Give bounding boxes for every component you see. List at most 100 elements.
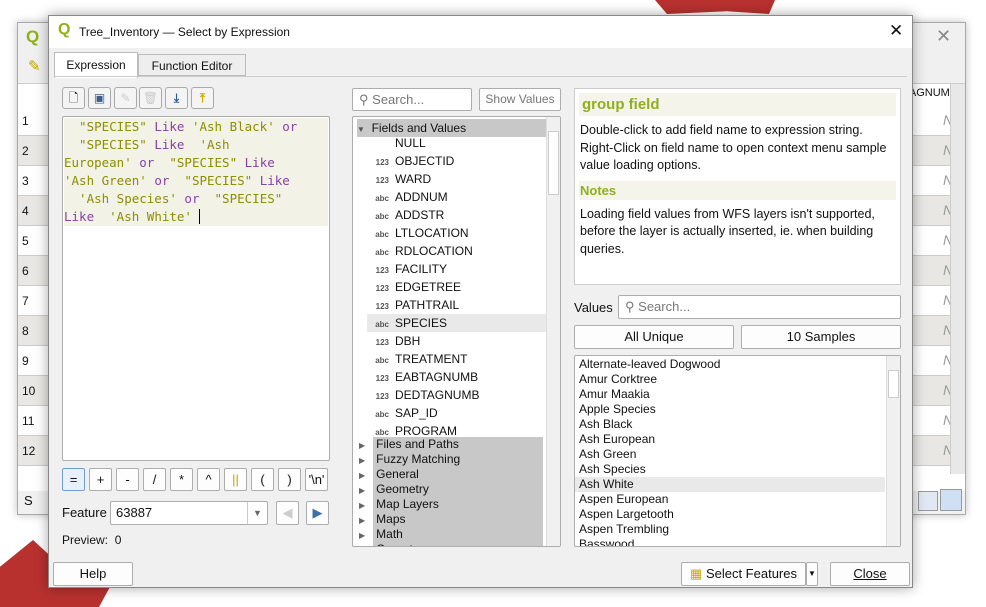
tab-expression[interactable]: Expression	[54, 52, 138, 78]
vertical-scrollbar[interactable]	[950, 84, 965, 474]
function-group[interactable]: ▶ Geometry	[353, 482, 547, 497]
all-unique-button[interactable]: All Unique	[574, 325, 734, 349]
value-item[interactable]: Amur Maakia	[575, 387, 885, 402]
row-number[interactable]: 6	[22, 264, 29, 278]
value-item[interactable]: Ash Green	[575, 447, 885, 462]
function-group[interactable]: ▶ Files and Paths	[353, 437, 547, 452]
function-group[interactable]: ▶Operators	[353, 542, 547, 547]
next-feature-button[interactable]: ▶	[306, 501, 329, 525]
operator-button[interactable]: *	[170, 468, 193, 491]
vertical-scrollbar[interactable]	[886, 356, 900, 546]
field-item[interactable]: abc RDLOCATION	[367, 242, 547, 260]
select-features-button[interactable]: ▦ Select Features	[681, 562, 806, 586]
help-button[interactable]: Help	[53, 562, 133, 586]
save-icon[interactable]: ▣	[88, 87, 111, 109]
delete-icon[interactable]: 🗑	[139, 87, 162, 109]
field-item[interactable]: 123 PATHTRAIL	[367, 296, 547, 314]
operator-button[interactable]: )	[278, 468, 301, 491]
function-group[interactable]: ▶ Maps	[353, 512, 547, 527]
row-number[interactable]: 11	[22, 414, 34, 428]
operator-button[interactable]: '\n'	[305, 468, 328, 491]
field-item[interactable]: 123 EABTAGNUMB	[367, 368, 547, 386]
expand-arrow-icon[interactable]: ▶	[359, 516, 365, 525]
table-view-icon[interactable]	[940, 489, 962, 511]
close-icon[interactable]: ✕	[889, 21, 903, 41]
operator-button[interactable]: =	[62, 468, 85, 491]
function-group[interactable]: ▶ Fuzzy Matching	[353, 452, 547, 467]
value-item[interactable]: Amur Corktree	[575, 372, 885, 387]
values-search-input[interactable]: ⚲ Search...	[618, 295, 901, 319]
value-item[interactable]: Aspen Trembling	[575, 522, 885, 537]
expand-arrow-icon[interactable]: ▶	[359, 471, 365, 480]
export-icon[interactable]: ⤒	[191, 87, 214, 109]
row-number[interactable]: 4	[22, 204, 29, 218]
operator-button[interactable]: ^	[197, 468, 220, 491]
field-item[interactable]: 123 FACILITY	[367, 260, 547, 278]
edit-icon[interactable]: ✎	[114, 87, 137, 109]
feature-combobox[interactable]: 63887 ▼	[110, 501, 268, 525]
operator-button[interactable]: (	[251, 468, 274, 491]
row-number[interactable]: 1	[22, 114, 29, 128]
expand-arrow-icon[interactable]: ▶	[359, 531, 365, 540]
expand-arrow-icon[interactable]: ▶	[359, 456, 365, 465]
row-number[interactable]: 9	[22, 354, 29, 368]
new-file-icon[interactable]: 🗋	[62, 87, 85, 109]
value-item[interactable]: Aspen Largetooth	[575, 507, 885, 522]
field-item[interactable]: 123 OBJECTID	[367, 152, 547, 170]
value-item[interactable]: Basswood	[575, 537, 885, 546]
value-item[interactable]: Aspen European	[575, 492, 885, 507]
field-item[interactable]: abc SAP_ID	[367, 404, 547, 422]
row-number[interactable]: 2	[22, 144, 29, 158]
field-item[interactable]: abc ADDNUM	[367, 188, 547, 206]
value-item[interactable]: Ash Black	[575, 417, 885, 432]
field-item[interactable]: 123 DEDTAGNUMB	[367, 386, 547, 404]
close-button[interactable]: Close	[830, 562, 910, 586]
previous-feature-button[interactable]: ◀	[276, 501, 299, 525]
function-group[interactable]: ▶ Math	[353, 527, 547, 542]
value-item[interactable]: Ash White	[575, 477, 885, 492]
vertical-scrollbar[interactable]	[546, 117, 560, 546]
field-item[interactable]: 123 EDGETREE	[367, 278, 547, 296]
value-item[interactable]: Ash Species	[575, 462, 885, 477]
field-item[interactable]: abc LTLOCATION	[367, 224, 547, 242]
import-icon[interactable]: ⤓	[165, 87, 188, 109]
expand-arrow-icon[interactable]: ▶	[359, 501, 365, 510]
function-group[interactable]: ▶ General	[353, 467, 547, 482]
expand-arrow-icon[interactable]: ▶	[359, 546, 365, 547]
expand-arrow-icon[interactable]: ▶	[359, 441, 365, 450]
expression-editor[interactable]: "SPECIES" Like 'Ash Black' or "SPECIES" …	[62, 116, 330, 461]
field-item[interactable]: abc SPECIES	[367, 314, 547, 332]
row-number[interactable]: 5	[22, 234, 29, 248]
expand-arrow-icon[interactable]: ▶	[359, 486, 365, 495]
function-group[interactable]: ▶ Map Layers	[353, 497, 547, 512]
value-item[interactable]: Apple Species	[575, 402, 885, 417]
select-features-dropdown[interactable]: ▼	[806, 562, 818, 586]
operator-button[interactable]: -	[116, 468, 139, 491]
row-number[interactable]: 3	[22, 174, 29, 188]
value-item[interactable]: Ash European	[575, 432, 885, 447]
value-item[interactable]: Alternate-leaved Dogwood	[575, 357, 885, 372]
row-number[interactable]: 7	[22, 294, 29, 308]
operator-button[interactable]: +	[89, 468, 112, 491]
show-values-button[interactable]: Show Values	[479, 88, 561, 111]
edit-pencil-icon[interactable]: ✎	[28, 57, 41, 75]
ten-samples-button[interactable]: 10 Samples	[741, 325, 901, 349]
field-item[interactable]: NULL	[367, 134, 547, 152]
function-search-input[interactable]: ⚲ Search...	[352, 88, 472, 111]
operator-button[interactable]: ||	[224, 468, 247, 491]
form-view-icon[interactable]	[918, 491, 938, 511]
operator-button[interactable]: /	[143, 468, 166, 491]
row-number[interactable]: 10	[22, 384, 35, 398]
field-item[interactable]: 123 DBH	[367, 332, 547, 350]
field-item[interactable]: 123 WARD	[367, 170, 547, 188]
row-number[interactable]: 8	[22, 324, 29, 338]
expand-arrow-icon[interactable]: ▼	[357, 125, 365, 134]
function-tree[interactable]: ▼ Fields and Values NULL 123 OBJECTID 123 WA…	[352, 116, 561, 547]
field-item[interactable]: abc ADDSTR	[367, 206, 547, 224]
chevron-down-icon[interactable]: ▼	[247, 502, 267, 524]
tab-function-editor[interactable]: Function Editor	[138, 54, 246, 76]
field-item[interactable]: abc TREATMENT	[367, 350, 547, 368]
close-icon[interactable]: ✕	[936, 26, 951, 47]
values-list[interactable]: Alternate-leaved Dogwood Amur Corktree Amu…	[574, 355, 901, 547]
row-number[interactable]: 12	[22, 444, 35, 458]
